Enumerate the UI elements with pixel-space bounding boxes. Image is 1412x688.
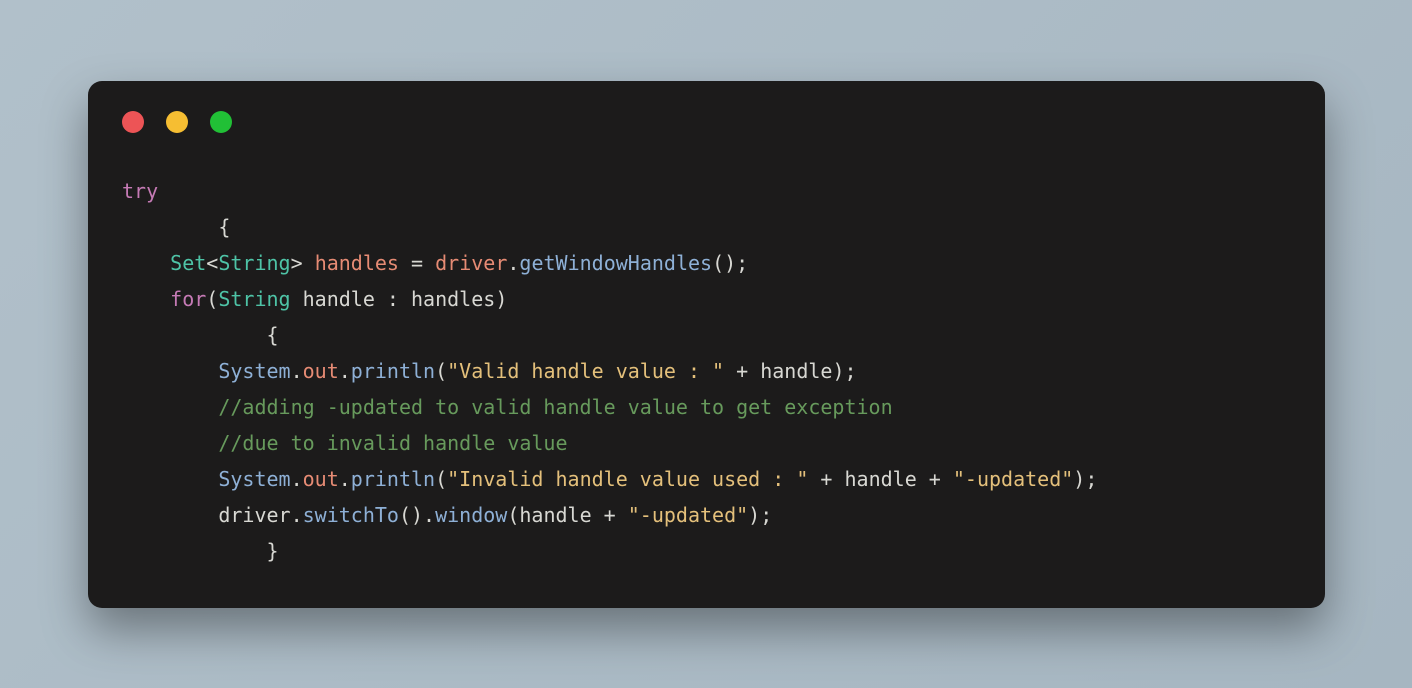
plus: + [808, 467, 844, 491]
paren: (). [399, 503, 435, 527]
pad [122, 467, 218, 491]
var-driver: driver [218, 503, 290, 527]
close-icon[interactable] [122, 111, 144, 133]
call-println: println [351, 359, 435, 383]
brace-close: } [122, 539, 279, 563]
string-literal: "-updated" [628, 503, 748, 527]
pad [122, 287, 170, 311]
call-window: window [435, 503, 507, 527]
paren-open: ( [507, 503, 519, 527]
paren-close: ); [832, 359, 856, 383]
call-getwindowhandles: getWindowHandles [519, 251, 712, 275]
var-handle: handle [291, 287, 375, 311]
dot: . [507, 251, 519, 275]
comment-line-2: //due to invalid handle value [122, 431, 568, 455]
angle-open: < [206, 251, 218, 275]
var-handle: handle [845, 467, 917, 491]
dot: . [339, 467, 351, 491]
paren-open: ( [435, 359, 447, 383]
class-system: System [218, 467, 290, 491]
plus: + [592, 503, 628, 527]
code-card: try { Set<String> handles = driver.getWi… [88, 81, 1325, 608]
comment-line-1: //adding -updated to valid handle value … [122, 395, 893, 419]
member-out: out [303, 359, 339, 383]
string-literal: "Valid handle value : " [447, 359, 724, 383]
paren: (); [712, 251, 748, 275]
string-literal: "-updated" [953, 467, 1073, 491]
pad [122, 251, 170, 275]
plus: + [917, 467, 953, 491]
call-println: println [351, 467, 435, 491]
colon: : [375, 287, 411, 311]
dot: . [339, 359, 351, 383]
var-handle: handle [760, 359, 832, 383]
dot: . [291, 503, 303, 527]
pad [122, 503, 218, 527]
var-handles: handles [411, 287, 495, 311]
var-handle: handle [519, 503, 591, 527]
dot: . [291, 359, 303, 383]
zoom-icon[interactable] [210, 111, 232, 133]
minimize-icon[interactable] [166, 111, 188, 133]
var-driver: driver [435, 251, 507, 275]
code-block: try { Set<String> handles = driver.getWi… [122, 173, 1291, 569]
type-string: String [218, 251, 290, 275]
call-switchto: switchTo [303, 503, 399, 527]
paren-open: ( [435, 467, 447, 491]
paren-open: ( [206, 287, 218, 311]
angle-close: > [291, 251, 315, 275]
type-string: String [218, 287, 290, 311]
brace-open-1: { [122, 215, 230, 239]
paren-close: ); [1073, 467, 1097, 491]
var-handles: handles [315, 251, 399, 275]
equals: = [399, 251, 435, 275]
keyword-try: try [122, 179, 158, 203]
plus: + [724, 359, 760, 383]
pad [122, 359, 218, 383]
paren-close: ) [495, 287, 507, 311]
keyword-for: for [170, 287, 206, 311]
window-controls [122, 111, 1291, 133]
string-literal: "Invalid handle value used : " [447, 467, 808, 491]
brace-open-2: { [122, 323, 279, 347]
class-system: System [218, 359, 290, 383]
member-out: out [303, 467, 339, 491]
type-set: Set [170, 251, 206, 275]
paren-close: ); [748, 503, 772, 527]
dot: . [291, 467, 303, 491]
